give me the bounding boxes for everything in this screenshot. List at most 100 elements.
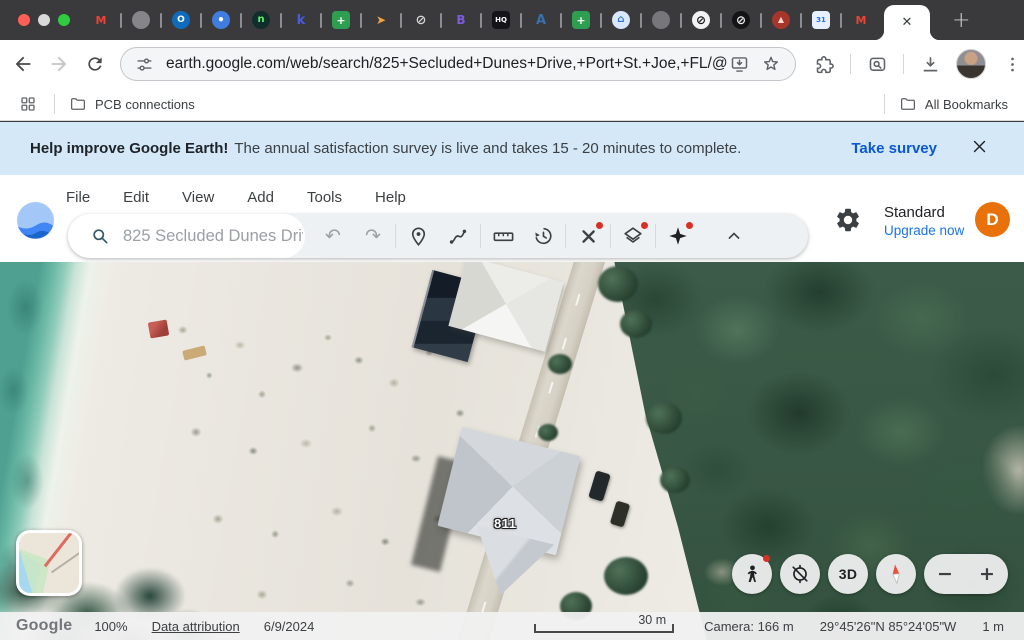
satellite-map-view[interactable]: 811 3D − + Google 100% Data attribution: [0, 262, 1024, 640]
redo-button[interactable]: ↷: [353, 216, 393, 256]
toolbar-divider: [850, 54, 851, 74]
pinned-tab-hq[interactable]: HQ: [492, 0, 510, 40]
take-survey-link[interactable]: Take survey: [851, 140, 937, 157]
tab-search-icon[interactable]: [865, 52, 889, 76]
measure-button[interactable]: [483, 216, 523, 256]
minimize-window-button[interactable]: [38, 14, 50, 26]
menu-add[interactable]: Add: [247, 189, 274, 212]
pinned-tab-blue-badge[interactable]: •: [212, 0, 230, 40]
pinned-tab-blocked-dark[interactable]: ⊘: [732, 0, 750, 40]
settings-button[interactable]: [834, 206, 862, 234]
pinned-tab-gmail[interactable]: M: [92, 0, 110, 40]
close-window-button[interactable]: [18, 14, 30, 26]
notification-dot: [641, 222, 648, 229]
compass-button[interactable]: [876, 554, 916, 594]
apps-grid-icon[interactable]: [16, 92, 40, 116]
hq-icon: HQ: [492, 11, 510, 29]
all-bookmarks[interactable]: All Bookmarks: [899, 95, 1008, 113]
chrome-menu-icon[interactable]: [1000, 52, 1024, 76]
home-shield-icon: ⌂: [612, 11, 630, 29]
tree: [598, 266, 638, 302]
bush: [538, 424, 558, 441]
banner-highlight: Help improve Google Earth!: [30, 140, 228, 157]
upgrade-link[interactable]: Upgrade now: [884, 223, 964, 240]
layers-button[interactable]: [613, 216, 653, 256]
add-placemark-button[interactable]: [398, 216, 438, 256]
pinned-tab-sheets[interactable]: +: [332, 0, 350, 40]
account-avatar[interactable]: D: [975, 202, 1010, 237]
pinned-tab-outlook[interactable]: O: [172, 0, 190, 40]
search-box[interactable]: [68, 214, 305, 258]
reload-button[interactable]: [84, 52, 106, 76]
zoom-window-button[interactable]: [58, 14, 70, 26]
tools-button[interactable]: [568, 216, 608, 256]
tab-separator: [680, 13, 682, 28]
extensions-icon[interactable]: [812, 52, 836, 76]
pinned-tab-blocked-light[interactable]: ⊘: [692, 0, 710, 40]
collapse-toolbar-button[interactable]: [714, 216, 754, 256]
bookmarks-divider: [54, 94, 55, 114]
new-tab-button[interactable]: +: [952, 8, 970, 33]
bookmarks-divider: [884, 94, 885, 114]
toolbar-divider: [903, 54, 904, 74]
auto-rotate-off-button[interactable]: [780, 554, 820, 594]
menu-view[interactable]: View: [182, 189, 214, 212]
menu-tools[interactable]: Tools: [307, 189, 342, 212]
minimap-highway: [44, 531, 73, 568]
pinned-tab-blocked-outline[interactable]: ⊘: [412, 0, 430, 40]
coordinates: 29°45'26"N 85°24'05"W: [820, 619, 957, 634]
site-settings-icon[interactable]: [135, 55, 154, 74]
notification-dot: [596, 222, 603, 229]
overview-minimap[interactable]: [16, 530, 82, 596]
menu-file[interactable]: File: [66, 189, 90, 212]
pinned-tab-red-app[interactable]: ▲: [772, 0, 790, 40]
menu-edit[interactable]: Edit: [123, 189, 149, 212]
historical-imagery-button[interactable]: [523, 216, 563, 256]
path-icon: [447, 225, 469, 247]
bookmark-folder-pcb[interactable]: PCB connections: [69, 95, 195, 113]
pinned-tab-calendar[interactable]: 31: [812, 0, 830, 40]
tab-separator: [240, 13, 242, 28]
close-tab-icon[interactable]: ✕: [902, 15, 913, 30]
zoom-in-button[interactable]: +: [979, 563, 995, 585]
forward-button[interactable]: [48, 52, 70, 76]
add-path-button[interactable]: [438, 216, 478, 256]
browser-toolbar: earth.google.com/web/search/825+Secluded…: [0, 40, 1024, 88]
pinned-tab-gmail-2[interactable]: M: [852, 0, 870, 40]
pinned-tab-sheets-2[interactable]: +: [572, 0, 590, 40]
address-bar[interactable]: earth.google.com/web/search/825+Secluded…: [120, 47, 796, 81]
blocked-light-icon: ⊘: [692, 11, 710, 29]
pinned-tab-muted-site[interactable]: [132, 0, 150, 40]
tab-separator: [480, 13, 482, 28]
menu-help[interactable]: Help: [375, 189, 406, 212]
pegman-streetview-button[interactable]: [732, 554, 772, 594]
search-input[interactable]: [123, 227, 303, 246]
gear-icon: [834, 206, 862, 234]
bookmark-star-icon[interactable]: [759, 52, 783, 76]
red-app-icon: ▲: [772, 11, 790, 29]
pinned-tab-blue-k[interactable]: k: [292, 0, 310, 40]
pinned-tab-rocket[interactable]: ➤: [372, 0, 390, 40]
url-text[interactable]: earth.google.com/web/search/825+Secluded…: [166, 55, 727, 73]
zoom-out-button[interactable]: −: [937, 563, 953, 585]
chevron-up-icon: [724, 226, 744, 246]
data-attribution-link[interactable]: Data attribution: [152, 619, 240, 634]
undo-button[interactable]: ↶: [313, 216, 353, 256]
ai-sparkle-button[interactable]: [658, 216, 698, 256]
profile-avatar[interactable]: [956, 49, 986, 79]
tab-separator: [520, 13, 522, 28]
compass-needle-icon: [883, 561, 909, 587]
back-button[interactable]: [12, 52, 34, 76]
3d-toggle-button[interactable]: 3D: [828, 554, 868, 594]
pinned-tab-airline-a[interactable]: A: [532, 0, 550, 40]
install-app-icon[interactable]: [727, 52, 751, 76]
pinned-tab-neon[interactable]: n: [252, 0, 270, 40]
google-earth-logo[interactable]: [17, 202, 54, 239]
pinned-tab-home-shield[interactable]: ⌂: [612, 0, 630, 40]
banner-close-icon[interactable]: [971, 138, 988, 159]
active-tab[interactable]: ✕: [884, 5, 930, 40]
downloads-icon[interactable]: [918, 52, 942, 76]
toolbar-separator: [565, 224, 566, 248]
pinned-tab-purple-b[interactable]: B: [452, 0, 470, 40]
pinned-tab-muted-site-2[interactable]: [652, 0, 670, 40]
